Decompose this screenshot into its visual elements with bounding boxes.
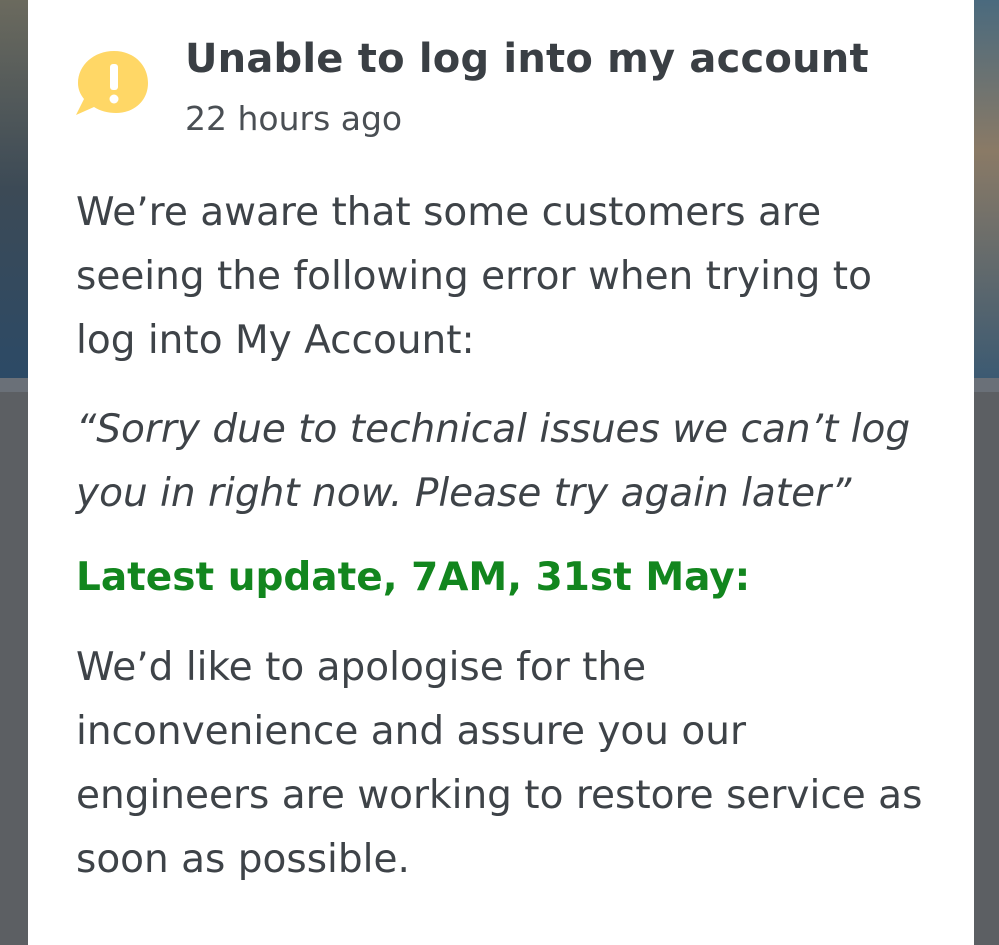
latest-update-text: We’d like to apologise for the inconveni… — [76, 645, 923, 882]
notice-timestamp: 22 hours ago — [185, 99, 403, 138]
latest-update-heading: Latest update, 7AM, 31st May: — [76, 555, 751, 600]
background-photo-left-edge — [0, 0, 30, 378]
alert-speech-bubble-icon — [76, 51, 148, 115]
error-message-quote: “Sorry due to technical issues we can’t … — [76, 407, 911, 516]
notice-intro-text: We’re aware that some customers are seei… — [76, 190, 872, 363]
notice-title: Unable to log into my account — [185, 36, 869, 82]
